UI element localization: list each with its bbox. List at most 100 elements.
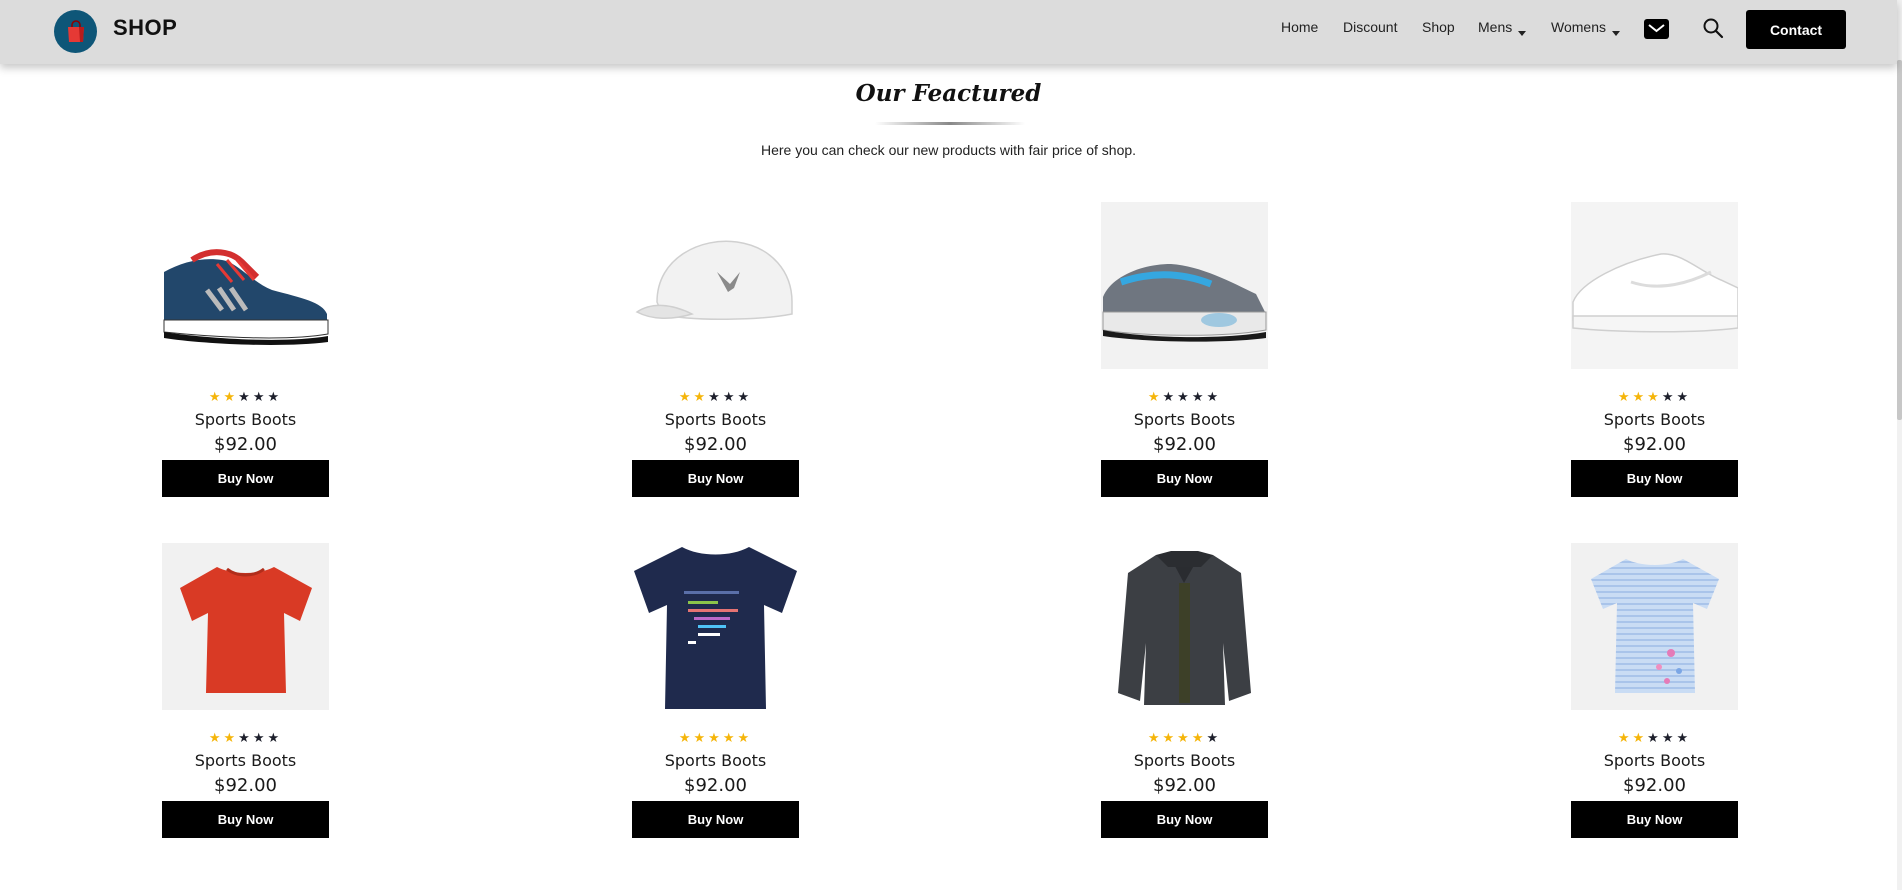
product-image-blue-sneaker[interactable] xyxy=(162,202,329,369)
star-filled-icon: ★ xyxy=(1191,731,1207,746)
rating-stars: ★★★★★ xyxy=(1101,390,1268,406)
product-name[interactable]: Sports Boots xyxy=(162,410,329,429)
star-filled-icon: ★ xyxy=(1632,390,1648,405)
star-filled-icon: ★ xyxy=(737,731,753,746)
star-empty-icon: ★ xyxy=(1661,731,1677,746)
product-name[interactable]: Sports Boots xyxy=(632,410,799,429)
star-filled-icon: ★ xyxy=(1162,731,1178,746)
section-subtitle: Here you can check our new products with… xyxy=(760,142,1137,158)
star-filled-icon: ★ xyxy=(1647,390,1662,405)
rating-stars: ★★★★★ xyxy=(1101,731,1268,747)
star-empty-icon: ★ xyxy=(238,731,253,746)
star-empty-icon: ★ xyxy=(1676,731,1692,746)
scrollbar[interactable] xyxy=(1897,0,1902,890)
buy-now-button[interactable]: Buy Now xyxy=(1101,801,1268,838)
rating-stars: ★★★★★ xyxy=(632,390,799,406)
product-image-white-cap[interactable] xyxy=(632,202,799,369)
product-card: ★★★★★ Sports Boots $92.00 Buy Now xyxy=(632,202,799,497)
star-empty-icon: ★ xyxy=(267,390,283,405)
product-price: $92.00 xyxy=(214,434,277,455)
star-empty-icon: ★ xyxy=(1676,390,1692,405)
product-price: $92.00 xyxy=(214,775,277,796)
star-empty-icon: ★ xyxy=(1206,390,1222,405)
nav-discount[interactable]: Discount xyxy=(1343,19,1397,35)
product-card: ★★★★★ Sports Boots $92.00 Buy Now xyxy=(162,202,329,497)
product-name[interactable]: Sports Boots xyxy=(1101,751,1268,770)
star-empty-icon: ★ xyxy=(1177,390,1192,405)
star-filled-icon: ★ xyxy=(678,731,694,746)
product-name[interactable]: Sports Boots xyxy=(162,751,329,770)
search-icon[interactable] xyxy=(1702,17,1724,39)
star-filled-icon: ★ xyxy=(1147,390,1163,405)
nav-home[interactable]: Home xyxy=(1281,19,1318,35)
star-filled-icon: ★ xyxy=(1617,390,1633,405)
scrollbar-thumb[interactable] xyxy=(1897,60,1902,420)
star-empty-icon: ★ xyxy=(1191,390,1207,405)
star-empty-icon: ★ xyxy=(252,731,268,746)
product-card: ★★★★★ Sports Boots $92.00 Buy Now xyxy=(1101,202,1268,497)
buy-now-button[interactable]: Buy Now xyxy=(632,460,799,497)
shopping-bag-icon[interactable] xyxy=(54,10,97,53)
product-name[interactable]: Sports Boots xyxy=(632,751,799,770)
star-empty-icon: ★ xyxy=(238,390,253,405)
product-image-black-jacket[interactable] xyxy=(1101,543,1268,710)
buy-now-button[interactable]: Buy Now xyxy=(1571,801,1738,838)
caret-down-icon xyxy=(1611,31,1620,36)
star-filled-icon: ★ xyxy=(208,390,224,405)
product-card: ★★★★★ Sports Boots $92.00 Buy Now xyxy=(1571,543,1738,838)
product-image-striped-kids-tshirt[interactable] xyxy=(1571,543,1738,710)
product-price: $92.00 xyxy=(684,434,747,455)
star-empty-icon: ★ xyxy=(1162,390,1178,405)
star-filled-icon: ★ xyxy=(1617,731,1633,746)
star-filled-icon: ★ xyxy=(223,731,239,746)
section-title: Our Feactured xyxy=(855,80,1042,107)
product-name[interactable]: Sports Boots xyxy=(1571,410,1738,429)
star-empty-icon: ★ xyxy=(737,390,753,405)
caret-down-icon xyxy=(1518,31,1527,36)
product-name[interactable]: Sports Boots xyxy=(1571,751,1738,770)
star-empty-icon: ★ xyxy=(1647,731,1662,746)
product-price: $92.00 xyxy=(1153,775,1216,796)
product-card: ★★★★★ Sports Boots $92.00 Buy Now xyxy=(1101,543,1268,838)
star-filled-icon: ★ xyxy=(722,731,738,746)
buy-now-button[interactable]: Buy Now xyxy=(162,460,329,497)
buy-now-button[interactable]: Buy Now xyxy=(632,801,799,838)
mail-icon[interactable] xyxy=(1644,19,1669,39)
nav-womens-dropdown[interactable]: Womens xyxy=(1551,19,1620,36)
product-image-grey-air-sneaker[interactable] xyxy=(1101,202,1268,369)
product-price: $92.00 xyxy=(1623,434,1686,455)
product-price: $92.00 xyxy=(1623,775,1686,796)
star-filled-icon: ★ xyxy=(1177,731,1192,746)
rating-stars: ★★★★★ xyxy=(162,731,329,747)
star-filled-icon: ★ xyxy=(693,390,709,405)
nav-shop[interactable]: Shop xyxy=(1422,19,1455,35)
product-price: $92.00 xyxy=(684,775,747,796)
product-name[interactable]: Sports Boots xyxy=(1101,410,1268,429)
contact-button[interactable]: Contact xyxy=(1746,10,1846,49)
buy-now-button[interactable]: Buy Now xyxy=(1101,460,1268,497)
star-empty-icon: ★ xyxy=(252,390,268,405)
star-filled-icon: ★ xyxy=(1147,731,1163,746)
star-filled-icon: ★ xyxy=(208,731,224,746)
product-image-white-sneaker[interactable] xyxy=(1571,202,1738,369)
star-filled-icon: ★ xyxy=(708,731,723,746)
star-empty-icon: ★ xyxy=(267,731,283,746)
star-empty-icon: ★ xyxy=(1206,731,1222,746)
product-image-navy-code-tshirt[interactable] xyxy=(632,543,799,710)
brand-name[interactable]: SHOP xyxy=(113,15,177,41)
rating-stars: ★★★★★ xyxy=(1571,731,1738,747)
product-price: $92.00 xyxy=(1153,434,1216,455)
star-filled-icon: ★ xyxy=(693,731,709,746)
star-filled-icon: ★ xyxy=(223,390,239,405)
rating-stars: ★★★★★ xyxy=(162,390,329,406)
product-card: ★★★★★ Sports Boots $92.00 Buy Now xyxy=(632,543,799,838)
product-card: ★★★★★ Sports Boots $92.00 Buy Now xyxy=(1571,202,1738,497)
product-image-red-tshirt[interactable] xyxy=(162,543,329,710)
star-empty-icon: ★ xyxy=(708,390,723,405)
nav-mens-dropdown[interactable]: Mens xyxy=(1478,19,1527,36)
rating-stars: ★★★★★ xyxy=(632,731,799,747)
buy-now-button[interactable]: Buy Now xyxy=(1571,460,1738,497)
navbar: SHOP Home Discount Shop Mens Womens Cont… xyxy=(0,0,1897,64)
star-filled-icon: ★ xyxy=(1632,731,1648,746)
buy-now-button[interactable]: Buy Now xyxy=(162,801,329,838)
